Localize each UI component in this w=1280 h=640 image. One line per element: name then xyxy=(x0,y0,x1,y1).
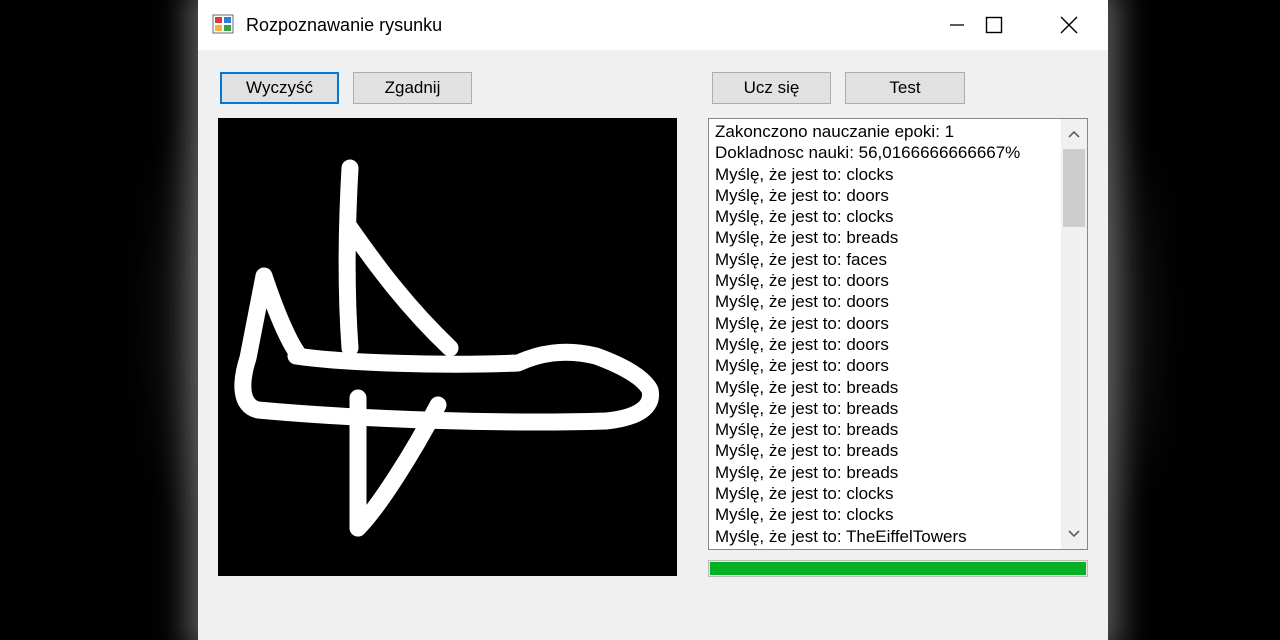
scroll-thumb[interactable] xyxy=(1063,149,1085,227)
log-line: Myślę, że jest to: doors xyxy=(715,356,889,376)
log-line: Myślę, że jest to: breads xyxy=(715,398,899,418)
log-lines: Zakonczono nauczanie epoki: 1 Dokladnosc … xyxy=(715,121,1055,547)
training-progress-bar xyxy=(708,560,1088,577)
log-line: Myślę, że jest to: doors xyxy=(715,334,889,354)
log-line: Myślę, że jest to: faces xyxy=(715,249,887,269)
log-line: Myślę, że jest to: TheEiffelTowers xyxy=(715,526,967,546)
log-line: Myślę, że jest to: breads xyxy=(715,228,899,248)
log-line: Myślę, że jest to: breads xyxy=(715,420,899,440)
close-icon xyxy=(1060,16,1078,34)
test-button[interactable]: Test xyxy=(845,72,965,104)
log-line: Myślę, że jest to: clocks xyxy=(715,207,894,227)
maximize-icon xyxy=(985,16,1003,34)
progress-fill xyxy=(710,562,1086,575)
log-line: Dokladnosc nauki: 56,0166666666667% xyxy=(715,143,1021,163)
clear-button[interactable]: Wyczyść xyxy=(220,72,339,104)
log-line: Myślę, że jest to: breads xyxy=(715,441,899,461)
prediction-log[interactable]: Zakonczono nauczanie epoki: 1 Dokladnosc … xyxy=(708,118,1088,550)
log-line: Myślę, że jest to: clocks xyxy=(715,505,894,525)
log-line: Myślę, że jest to: doors xyxy=(715,271,889,291)
log-scrollbar[interactable] xyxy=(1061,119,1087,549)
title-bar: Rozpoznawanie rysunku xyxy=(198,0,1108,50)
scroll-down-button[interactable] xyxy=(1061,521,1087,547)
log-line: Myślę, że jest to: clocks xyxy=(715,164,894,184)
guess-button[interactable]: Zgadnij xyxy=(353,72,472,104)
log-line: Myślę, że jest to: clocks xyxy=(715,484,894,504)
log-line: Myślę, że jest to: doors xyxy=(715,185,889,205)
airplane-drawing xyxy=(234,159,659,537)
log-line: Myślę, że jest to: doors xyxy=(715,313,889,333)
log-line: Myślę, że jest to: breads xyxy=(715,462,899,482)
scroll-up-button[interactable] xyxy=(1061,121,1087,147)
chevron-up-icon xyxy=(1068,125,1080,143)
window-title: Rozpoznawanie rysunku xyxy=(246,15,443,35)
drawing-canvas[interactable] xyxy=(218,118,677,576)
chevron-down-icon xyxy=(1068,525,1080,543)
maximize-button[interactable] xyxy=(957,0,1031,50)
log-line: Myślę, że jest to: breads xyxy=(715,377,899,397)
app-window: Rozpoznawanie rysunku Wyczyść Zgadnij Uc… xyxy=(198,0,1108,640)
log-line: Myślę, że jest to: doors xyxy=(715,292,889,312)
close-button[interactable] xyxy=(1032,0,1106,50)
log-line: Zakonczono nauczanie epoki: 1 xyxy=(715,122,955,141)
learn-button[interactable]: Ucz się xyxy=(712,72,831,104)
winforms-app-icon xyxy=(212,13,234,35)
